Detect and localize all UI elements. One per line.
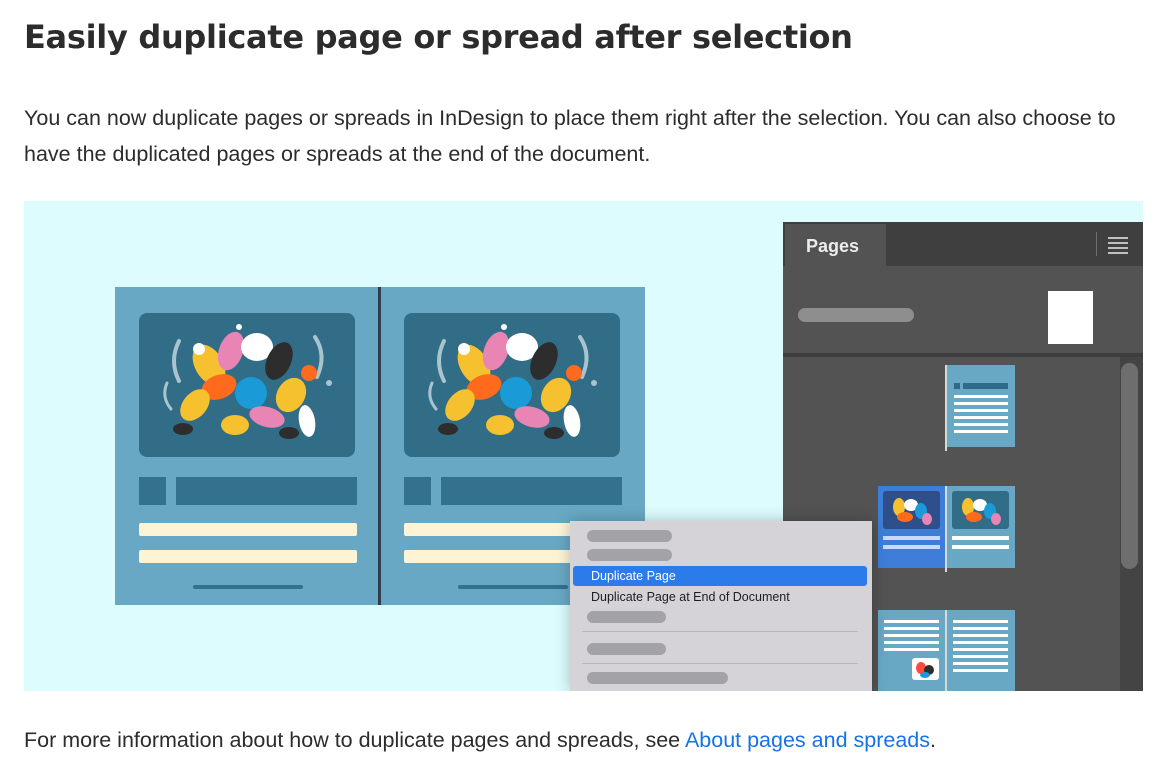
title-block-right-small bbox=[404, 477, 431, 505]
more-info-period: . bbox=[929, 728, 936, 752]
context-menu: Duplicate Page Duplicate Page at End of … bbox=[570, 521, 872, 691]
footer-line-right bbox=[458, 585, 568, 589]
scrollbar-thumb[interactable] bbox=[1121, 363, 1138, 569]
panel-divider-vertical bbox=[1096, 232, 1097, 256]
feature-illustration: Pages Duplicate Page Duplicate Page at E… bbox=[24, 201, 1143, 691]
hamburger-icon[interactable] bbox=[1108, 237, 1128, 255]
panel-section-divider bbox=[783, 353, 1143, 357]
menu-item-placeholder-3 bbox=[587, 611, 666, 623]
menu-item-duplicate-page[interactable]: Duplicate Page bbox=[573, 566, 867, 586]
page-thumbnail-2-selected[interactable] bbox=[878, 486, 945, 568]
footer-line-left bbox=[193, 585, 303, 589]
master-page-thumbnail[interactable] bbox=[1048, 291, 1093, 344]
crowd-illustration bbox=[428, 324, 597, 439]
menu-item-duplicate-page-at-end[interactable]: Duplicate Page at End of Document bbox=[573, 587, 867, 607]
title-block-left-small bbox=[139, 477, 166, 505]
artwork-image-left bbox=[139, 313, 355, 457]
menu-separator-2 bbox=[582, 663, 858, 664]
crowd-illustration bbox=[163, 324, 332, 439]
menu-item-placeholder-1 bbox=[587, 530, 672, 542]
menu-item-duplicate-page-label: Duplicate Page bbox=[591, 569, 676, 583]
text-line-left-2 bbox=[139, 550, 357, 563]
page-title: Easily duplicate page or spread after se… bbox=[24, 18, 853, 56]
more-info-text: For more information about how to duplic… bbox=[24, 728, 685, 752]
page-thumbnail-5[interactable] bbox=[947, 610, 1015, 691]
title-block-left-wide bbox=[176, 477, 357, 505]
master-name-placeholder bbox=[798, 308, 914, 322]
title-block-right-wide bbox=[441, 477, 622, 505]
more-info-paragraph: For more information about how to duplic… bbox=[24, 724, 936, 756]
page-spine-2 bbox=[945, 486, 947, 572]
page-spine-1 bbox=[945, 365, 947, 451]
text-line-left-1 bbox=[139, 523, 357, 536]
about-pages-and-spreads-link[interactable]: About pages and spreads bbox=[685, 728, 930, 752]
menu-separator-1 bbox=[582, 631, 858, 632]
artwork-image-right bbox=[404, 313, 620, 457]
menu-item-placeholder-2 bbox=[587, 549, 672, 561]
page-thumbnail-3[interactable] bbox=[947, 486, 1015, 568]
menu-item-placeholder-4 bbox=[587, 643, 666, 655]
spread-spine bbox=[378, 287, 381, 605]
menu-item-placeholder-5 bbox=[587, 672, 728, 684]
page-spine-3 bbox=[945, 610, 947, 691]
page-thumbnail-1[interactable] bbox=[947, 365, 1015, 447]
menu-item-duplicate-page-at-end-label: Duplicate Page at End of Document bbox=[591, 590, 790, 604]
page-thumbnail-4[interactable] bbox=[878, 610, 945, 691]
tab-pages[interactable]: Pages bbox=[785, 224, 886, 266]
intro-paragraph: You can now duplicate pages or spreads i… bbox=[24, 106, 1116, 166]
tab-pages-label: Pages bbox=[806, 236, 860, 256]
